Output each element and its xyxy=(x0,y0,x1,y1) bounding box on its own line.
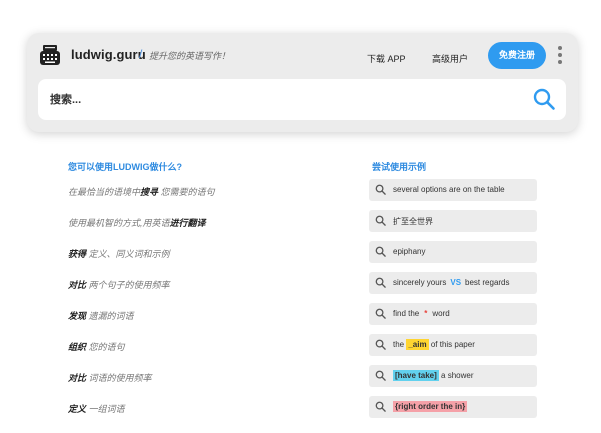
magnifier-icon xyxy=(375,401,386,412)
feature-item: 在最恰当的语境中搜寻 您需要的语句 xyxy=(68,187,215,197)
example-button[interactable]: 扩至全世界 xyxy=(369,210,537,232)
magnifier-icon xyxy=(375,308,386,319)
example-button[interactable]: [have take] a shower xyxy=(369,365,537,387)
search-card: ludwig.guru / 提升您的英语写作！ 下载 APP 高级用户 免费注册 xyxy=(27,33,578,132)
feature-item: 定义 一组词语 xyxy=(68,404,125,414)
magnifier-icon xyxy=(375,184,386,195)
feature-item: 对比 词语的使用频率 xyxy=(68,373,152,383)
magnifier-icon xyxy=(375,246,386,257)
magnifier-icon xyxy=(375,370,386,381)
typewriter-logo-icon[interactable] xyxy=(39,44,61,66)
example-text: {right order the in} xyxy=(393,401,468,412)
example-text: find the * word xyxy=(393,309,450,318)
vs-label: VS xyxy=(450,278,462,287)
example-button[interactable]: {right order the in} xyxy=(369,396,537,418)
feature-item: 获得 定义、同义词和示例 xyxy=(68,249,170,259)
example-text: 扩至全世界 xyxy=(393,217,433,226)
feature-item: 组织 您的语句 xyxy=(68,342,125,352)
signup-button[interactable]: 免费注册 xyxy=(488,42,546,69)
magnifier-icon xyxy=(375,215,386,226)
highlight-word: _aim xyxy=(406,339,429,350)
more-vertical-icon[interactable] xyxy=(555,44,565,66)
features-heading: 您可以使用LUDWIG做什么? xyxy=(68,162,182,172)
example-button[interactable]: the _aim of this paper xyxy=(369,334,537,356)
feature-item: 使用最机智的方式,用英语进行翻译 xyxy=(68,218,206,228)
example-button[interactable]: sincerely yours VS best regards xyxy=(369,272,537,294)
brand-separator: / xyxy=(139,47,143,61)
highlight-word: {right order the in} xyxy=(393,401,468,412)
search-input[interactable] xyxy=(50,79,520,120)
example-button[interactable]: several options are on the table xyxy=(369,179,537,201)
example-text: sincerely yours VS best regards xyxy=(393,278,510,287)
example-text: epiphany xyxy=(393,247,426,256)
example-button[interactable]: find the * word xyxy=(369,303,537,325)
search-box xyxy=(38,79,566,120)
example-text: [have take] a shower xyxy=(393,370,474,381)
brand-name[interactable]: ludwig.guru xyxy=(71,47,146,62)
feature-item: 对比 两个句子的使用频率 xyxy=(68,280,170,290)
tagline: 提升您的英语写作！ xyxy=(149,51,231,61)
download-app-link[interactable]: 下载 APP xyxy=(367,52,406,65)
highlight-word: [have take] xyxy=(393,370,439,381)
magnifier-icon xyxy=(375,339,386,350)
search-icon[interactable] xyxy=(532,87,556,111)
wildcard-star: * xyxy=(424,309,428,318)
pro-user-link[interactable]: 高级用户 xyxy=(432,52,468,65)
example-button[interactable]: epiphany xyxy=(369,241,537,263)
examples-heading: 尝试使用示例 xyxy=(372,162,427,172)
example-text: the _aim of this paper xyxy=(393,339,475,350)
feature-item: 发现 遗漏的词语 xyxy=(68,311,134,321)
magnifier-icon xyxy=(375,277,386,288)
example-text: several options are on the table xyxy=(393,185,505,194)
